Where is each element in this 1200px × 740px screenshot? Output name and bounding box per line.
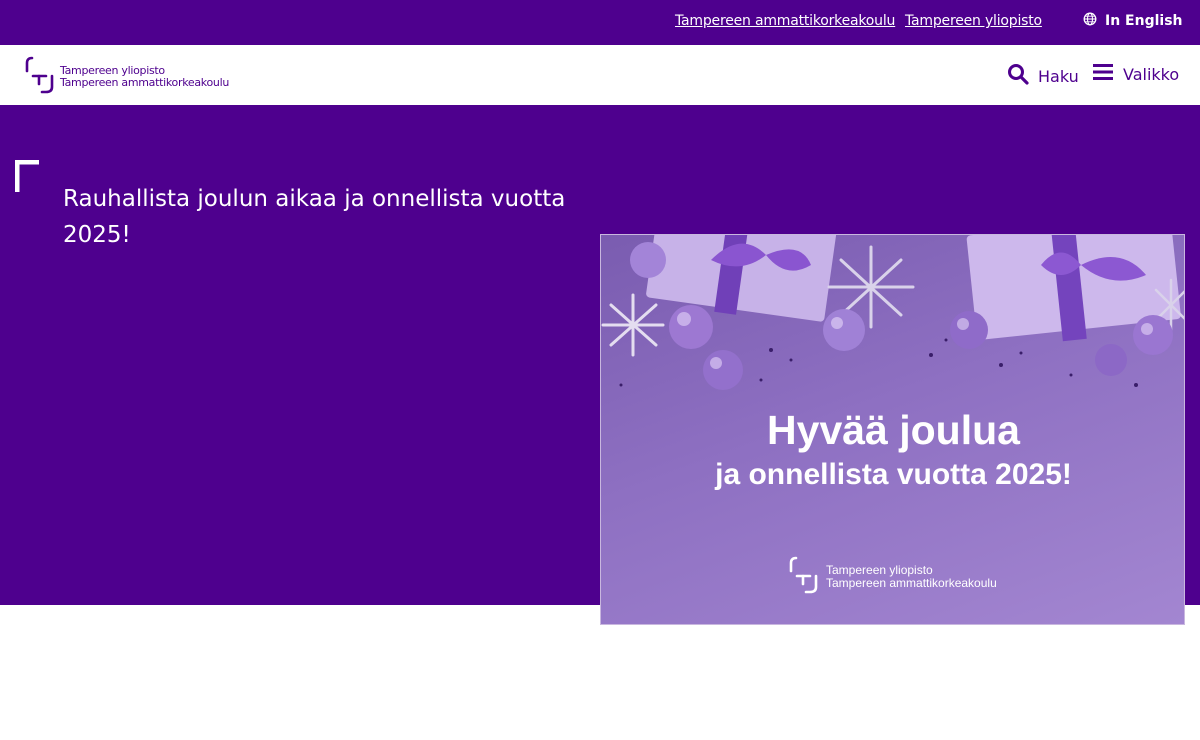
link-tamk[interactable]: Tampereen ammattikorkeakoulu — [675, 13, 895, 29]
card-logo-text: Tampereen yliopisto Tampereen ammattikor… — [826, 564, 997, 590]
card-headline: Hyvää joulua — [767, 407, 1020, 453]
card-logo: Tampereen yliopisto Tampereen ammattikor… — [788, 553, 997, 597]
hamburger-icon — [1093, 63, 1114, 85]
menu-label: Valikko — [1123, 64, 1180, 84]
globe-icon — [1083, 12, 1097, 30]
greeting-card-image: Hyvää joulua ja onnellista vuotta 2025! … — [600, 234, 1185, 625]
language-label: In English — [1105, 13, 1183, 29]
language-switch[interactable]: In English — [1083, 12, 1183, 30]
site-logo[interactable]: Tampereen yliopisto Tampereen ammattikor… — [24, 55, 229, 95]
card-subline: ja onnellista vuotta 2025! — [715, 458, 1072, 491]
site-header: Tampereen yliopisto Tampereen ammattikor… — [0, 45, 1200, 105]
link-tuni[interactable]: Tampereen yliopisto — [905, 13, 1042, 29]
logo-text: Tampereen yliopisto Tampereen ammattikor… — [60, 65, 229, 89]
gift-box-left — [646, 235, 837, 322]
top-utility-bar: Tampereen ammattikorkeakoulu Tampereen y… — [0, 0, 1200, 45]
search-icon — [1007, 63, 1029, 89]
card-logo-line-2: Tampereen ammattikorkeakoulu — [826, 576, 997, 590]
logo-line-2: Tampereen ammattikorkeakoulu — [60, 76, 230, 89]
logo-mark — [25, 56, 54, 94]
snowflake-left — [601, 293, 665, 357]
corner-bracket-decoration — [15, 160, 39, 192]
hero-title: Rauhallista joulun aikaa ja onnellista v… — [63, 186, 566, 248]
card-logo-mark — [789, 556, 818, 594]
search-label: Haku — [1038, 66, 1079, 86]
search-button[interactable]: Haku — [1007, 63, 1079, 89]
menu-button[interactable]: Valikko — [1093, 63, 1179, 85]
